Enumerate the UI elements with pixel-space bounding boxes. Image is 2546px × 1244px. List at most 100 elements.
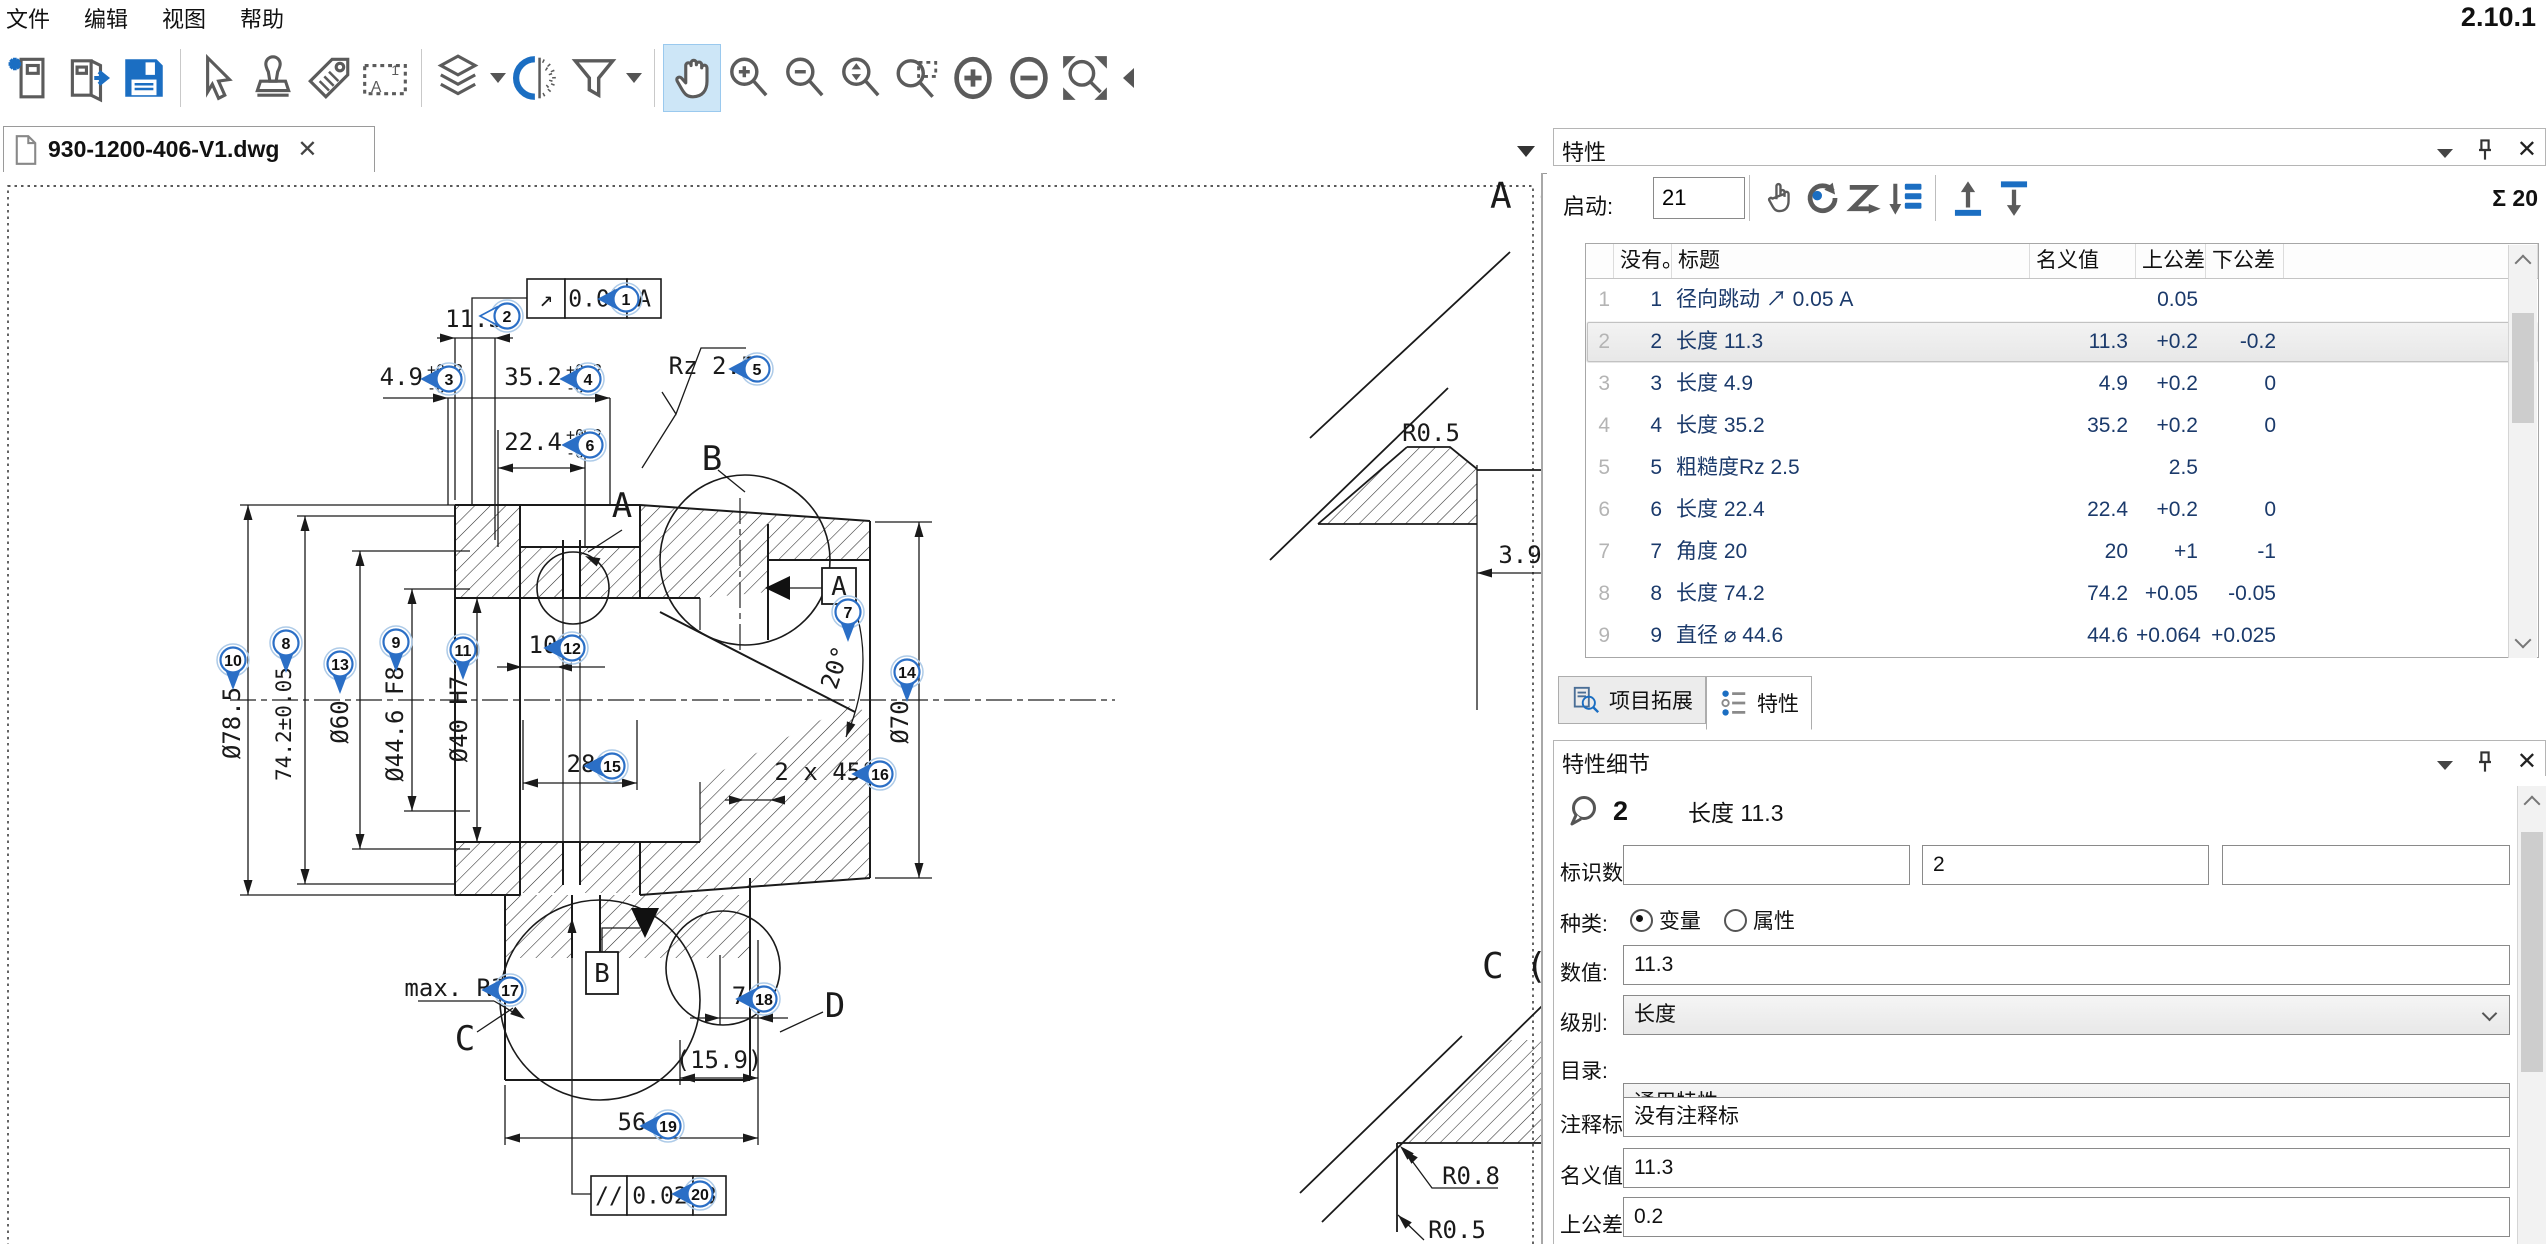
menu-item-4[interactable]: 帮助 bbox=[240, 2, 284, 34]
zoom-fit-button[interactable] bbox=[1057, 45, 1113, 111]
nominal-input[interactable]: 11.3 bbox=[1623, 1148, 2510, 1188]
layers-dropdown-icon[interactable] bbox=[490, 73, 506, 83]
open-file-button[interactable] bbox=[60, 45, 116, 111]
panel-close-icon[interactable]: ✕ bbox=[2517, 747, 2537, 776]
table-row[interactable]: 66长度 22.422.4+0.20 bbox=[1586, 489, 2538, 531]
start-input[interactable] bbox=[1653, 177, 1745, 219]
svg-text:C: C bbox=[455, 1019, 475, 1059]
svg-text:9: 9 bbox=[392, 635, 401, 652]
tab-characteristics[interactable]: 特性 bbox=[1706, 676, 1812, 730]
drawing-canvas[interactable]: 11.34.9+0.2-035.2+0.2-0Rz 2.522.4+0.2-01… bbox=[0, 173, 1543, 1244]
select-cursor-button[interactable] bbox=[189, 45, 245, 111]
table-scrollbar[interactable] bbox=[2508, 245, 2537, 658]
decrease-button[interactable] bbox=[1001, 45, 1057, 111]
balloon-8[interactable]: 8 bbox=[270, 627, 302, 673]
table-row[interactable]: 44长度 35.235.2+0.20 bbox=[1586, 405, 2538, 447]
svg-text:D: D bbox=[825, 986, 845, 1026]
scroll-up-button[interactable] bbox=[2518, 786, 2546, 816]
characteristics-table[interactable]: 没有。标题名义值上公差下公差11径向跳动 ↗ 0.05 A0.05 22长度 1… bbox=[1585, 243, 2539, 658]
kind-label: 种类: bbox=[1560, 908, 1608, 938]
table-row[interactable]: 22长度 11.311.3+0.2-0.2 bbox=[1586, 321, 2538, 363]
svg-text://: // bbox=[595, 1184, 623, 1210]
table-row[interactable]: 33长度 4.94.9+0.20 bbox=[1586, 363, 2538, 405]
new-file-button[interactable] bbox=[4, 45, 60, 111]
panel-menu-icon[interactable] bbox=[2437, 149, 2453, 158]
table-row[interactable]: 11径向跳动 ↗ 0.05 A0.05 bbox=[1586, 279, 2538, 321]
svg-text:↗: ↗ bbox=[539, 287, 553, 313]
menu-item-1[interactable]: 文件 bbox=[6, 2, 50, 34]
rotate-icon[interactable] bbox=[1803, 179, 1841, 219]
increase-button[interactable] bbox=[945, 45, 1001, 111]
panel-menu-icon[interactable] bbox=[2437, 761, 2453, 770]
tab-list-dropdown-icon[interactable] bbox=[1517, 146, 1535, 157]
balloon-10[interactable]: 10 bbox=[217, 644, 249, 690]
balloon-14[interactable]: 14 bbox=[891, 656, 923, 702]
value-input[interactable]: 11.3 bbox=[1623, 945, 2510, 985]
scroll-up-button[interactable] bbox=[2509, 245, 2537, 275]
start-label: 启动: bbox=[1563, 189, 1613, 221]
layers-button[interactable] bbox=[430, 45, 486, 111]
menu-item-2[interactable]: 编辑 bbox=[84, 2, 128, 34]
filter-dropdown-icon[interactable] bbox=[626, 73, 642, 83]
balloon-13[interactable]: 13 bbox=[324, 648, 356, 694]
mirror-view-button[interactable] bbox=[510, 45, 566, 111]
panel-pin-icon[interactable] bbox=[2475, 750, 2495, 774]
table-row[interactable]: 88长度 74.274.2+0.05-0.05 bbox=[1586, 573, 2538, 615]
balloon-icon bbox=[1565, 793, 1599, 829]
total-count-label: Σ 20 bbox=[2492, 185, 2538, 212]
svg-text:(15.9): (15.9) bbox=[676, 1046, 763, 1074]
export-down-icon[interactable] bbox=[1995, 179, 2033, 219]
tab-project-expand[interactable]: 项目拓展 bbox=[1558, 676, 1706, 724]
properties-toolbar: 启动: bbox=[1553, 173, 2546, 235]
id-qty-input-3[interactable] bbox=[2222, 845, 2510, 885]
radio-variable[interactable] bbox=[1630, 909, 1653, 932]
pan-hand-button[interactable] bbox=[663, 44, 721, 112]
details-scrollbar[interactable] bbox=[2517, 786, 2546, 1244]
import-up-icon[interactable] bbox=[1949, 179, 1987, 219]
table-row[interactable]: 77角度 2020+1-1 bbox=[1586, 531, 2538, 573]
class-dropdown[interactable]: 长度 bbox=[1623, 995, 2510, 1035]
document-tab[interactable]: 930-1200-406-V1.dwg ✕ bbox=[3, 126, 375, 172]
balloon-19[interactable]: 19 bbox=[641, 1110, 684, 1142]
selected-balloon-row: 2 长度 11.3 bbox=[1565, 788, 1783, 834]
zoom-window-button[interactable] bbox=[889, 45, 945, 111]
scrollbar-thumb[interactable] bbox=[2521, 832, 2543, 1072]
id-qty-input-1[interactable] bbox=[1623, 845, 1910, 885]
tab-close-icon[interactable]: ✕ bbox=[297, 135, 317, 164]
scrollbar-thumb[interactable] bbox=[2512, 313, 2534, 423]
svg-text:Ø78.5: Ø78.5 bbox=[218, 687, 246, 759]
svg-text:Ø60: Ø60 bbox=[326, 700, 354, 743]
svg-text:35.2: 35.2 bbox=[504, 363, 562, 391]
id-qty-input-2[interactable]: 2 bbox=[1922, 845, 2209, 885]
note-input[interactable]: 没有注释标 bbox=[1623, 1097, 2510, 1137]
filter-button[interactable] bbox=[566, 45, 622, 111]
svg-text:8: 8 bbox=[282, 636, 291, 653]
chevron-down-icon bbox=[2482, 1006, 2498, 1022]
radio-attribute[interactable] bbox=[1724, 909, 1747, 932]
zoom-dynamic-button[interactable] bbox=[833, 45, 889, 111]
panel-pin-icon[interactable] bbox=[2475, 138, 2495, 162]
table-row[interactable]: 55粗糙度Rz 2.52.5 bbox=[1586, 447, 2538, 489]
zoom-in-button[interactable] bbox=[721, 45, 777, 111]
save-button[interactable] bbox=[116, 45, 172, 111]
z-order-icon[interactable] bbox=[1845, 179, 1883, 219]
table-row[interactable]: 99直径 ⌀ 44.644.6+0.064+0.025 bbox=[1586, 615, 2538, 657]
svg-text:7: 7 bbox=[844, 605, 853, 622]
scroll-down-button[interactable] bbox=[2509, 628, 2537, 658]
pick-hand-icon[interactable] bbox=[1761, 179, 1799, 219]
panel-close-icon[interactable]: ✕ bbox=[2517, 135, 2537, 164]
upper-tol-label: 上公差: bbox=[1560, 1209, 1629, 1239]
list-order-icon[interactable] bbox=[1887, 179, 1925, 219]
balloon-9[interactable]: 9 bbox=[380, 626, 412, 672]
svg-text:20°: 20° bbox=[815, 643, 855, 693]
upper-tol-input[interactable]: 0.2 bbox=[1623, 1197, 2510, 1237]
region-select-button[interactable]: A 1 bbox=[357, 45, 413, 111]
tag-button[interactable] bbox=[301, 45, 357, 111]
svg-text:16: 16 bbox=[871, 767, 889, 784]
balloon-11[interactable]: 11 bbox=[447, 634, 479, 680]
stamp-button[interactable] bbox=[245, 45, 301, 111]
menu-item-3[interactable]: 视图 bbox=[162, 2, 206, 34]
toolbar-collapse-icon[interactable] bbox=[1123, 68, 1134, 88]
class-label: 级别: bbox=[1560, 1007, 1608, 1037]
zoom-out-button[interactable] bbox=[777, 45, 833, 111]
